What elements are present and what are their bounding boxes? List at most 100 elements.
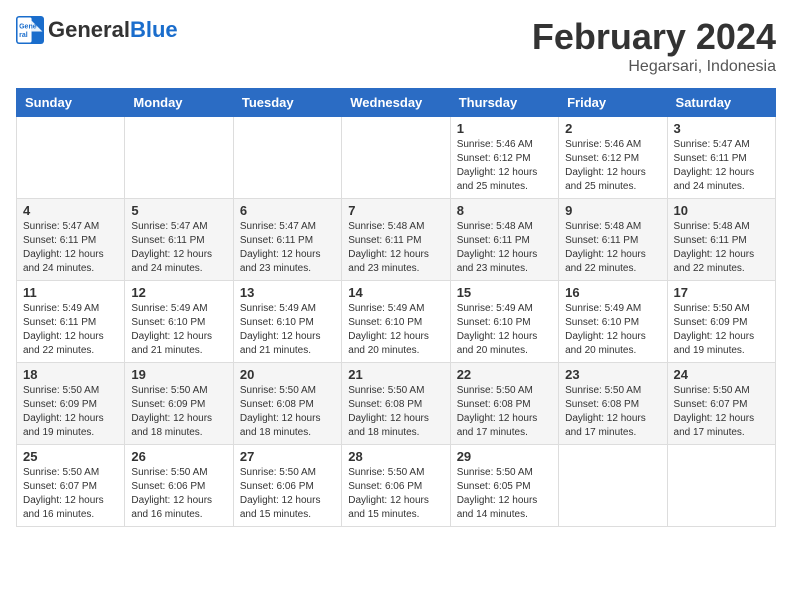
day-info: Sunrise: 5:50 AMSunset: 6:07 PMDaylight:… [674, 384, 769, 440]
table-row [17, 117, 125, 199]
day-number: 5 [131, 203, 226, 218]
day-number: 6 [240, 203, 335, 218]
table-row: 21 Sunrise: 5:50 AMSunset: 6:08 PMDayligh… [342, 363, 450, 445]
logo: Gene ral GeneralBlue [16, 16, 178, 44]
day-info: Sunrise: 5:49 AMSunset: 6:10 PMDaylight:… [457, 302, 552, 358]
table-row: 20 Sunrise: 5:50 AMSunset: 6:08 PMDayligh… [233, 363, 341, 445]
day-number: 16 [565, 285, 660, 300]
table-row: 17Sunrise: 5:50 AMSunset: 6:09 PMDayligh… [667, 281, 775, 363]
table-row [125, 117, 233, 199]
header-wednesday: Wednesday [342, 89, 450, 117]
day-info: Sunrise: 5:50 AMSunset: 6:06 PMDaylight:… [131, 466, 226, 522]
day-number: 7 [348, 203, 443, 218]
day-info: Sunrise: 5:49 AMSunset: 6:10 PMDaylight:… [565, 302, 660, 358]
day-number: 25 [23, 449, 118, 464]
table-row [233, 117, 341, 199]
day-info: Sunrise: 5:47 AMSunset: 6:11 PMDaylight:… [240, 220, 335, 276]
day-number: 1 [457, 121, 552, 136]
calendar-week-row: 1 Sunrise: 5:46 AMSunset: 6:12 PMDaylight… [17, 117, 776, 199]
day-number: 11 [23, 285, 118, 300]
day-number: 2 [565, 121, 660, 136]
header-friday: Friday [559, 89, 667, 117]
svg-text:Gene: Gene [19, 23, 37, 30]
table-row: 6 Sunrise: 5:47 AMSunset: 6:11 PMDaylight… [233, 199, 341, 281]
day-number: 12 [131, 285, 226, 300]
title-area: February 2024 Hegarsari, Indonesia [532, 16, 776, 76]
day-info: Sunrise: 5:50 AMSunset: 6:08 PMDaylight:… [348, 384, 443, 440]
table-row: 29Sunrise: 5:50 AMSunset: 6:05 PMDayligh… [450, 445, 558, 527]
table-row: 13Sunrise: 5:49 AMSunset: 6:10 PMDayligh… [233, 281, 341, 363]
day-number: 24 [674, 367, 769, 382]
table-row [342, 117, 450, 199]
day-number: 22 [457, 367, 552, 382]
day-info: Sunrise: 5:50 AMSunset: 6:06 PMDaylight:… [348, 466, 443, 522]
location: Hegarsari, Indonesia [532, 58, 776, 76]
header-monday: Monday [125, 89, 233, 117]
day-number: 8 [457, 203, 552, 218]
day-info: Sunrise: 5:48 AMSunset: 6:11 PMDaylight:… [348, 220, 443, 276]
day-number: 4 [23, 203, 118, 218]
table-row: 24 Sunrise: 5:50 AMSunset: 6:07 PMDayligh… [667, 363, 775, 445]
table-row: 14 Sunrise: 5:49 AMSunset: 6:10 PMDayligh… [342, 281, 450, 363]
table-row: 5Sunrise: 5:47 AMSunset: 6:11 PMDaylight… [125, 199, 233, 281]
day-number: 17 [674, 285, 769, 300]
day-info: Sunrise: 5:50 AMSunset: 6:05 PMDaylight:… [457, 466, 552, 522]
day-info: Sunrise: 5:48 AMSunset: 6:11 PMDaylight:… [457, 220, 552, 276]
table-row: 16 Sunrise: 5:49 AMSunset: 6:10 PMDayligh… [559, 281, 667, 363]
calendar-week-row: 4 Sunrise: 5:47 AMSunset: 6:11 PMDaylight… [17, 199, 776, 281]
table-row: 19 Sunrise: 5:50 AMSunset: 6:09 PMDayligh… [125, 363, 233, 445]
svg-text:ral: ral [19, 32, 28, 39]
day-info: Sunrise: 5:50 AMSunset: 6:08 PMDaylight:… [240, 384, 335, 440]
logo-blue: Blue [130, 17, 178, 42]
table-row: 18Sunrise: 5:50 AMSunset: 6:09 PMDayligh… [17, 363, 125, 445]
day-info: Sunrise: 5:49 AMSunset: 6:11 PMDaylight:… [23, 302, 118, 358]
day-number: 23 [565, 367, 660, 382]
table-row: 27 Sunrise: 5:50 AMSunset: 6:06 PMDayligh… [233, 445, 341, 527]
table-row: 10Sunrise: 5:48 AMSunset: 6:11 PMDayligh… [667, 199, 775, 281]
calendar-header-row: Sunday Monday Tuesday Wednesday Thursday… [17, 89, 776, 117]
table-row: 23Sunrise: 5:50 AMSunset: 6:08 PMDayligh… [559, 363, 667, 445]
calendar-table: Sunday Monday Tuesday Wednesday Thursday… [16, 88, 776, 527]
day-number: 20 [240, 367, 335, 382]
calendar-week-row: 25 Sunrise: 5:50 AMSunset: 6:07 PMDayligh… [17, 445, 776, 527]
day-info: Sunrise: 5:50 AMSunset: 6:07 PMDaylight:… [23, 466, 118, 522]
table-row: 8 Sunrise: 5:48 AMSunset: 6:11 PMDaylight… [450, 199, 558, 281]
table-row: 9Sunrise: 5:48 AMSunset: 6:11 PMDaylight… [559, 199, 667, 281]
table-row: 22Sunrise: 5:50 AMSunset: 6:08 PMDayligh… [450, 363, 558, 445]
day-info: Sunrise: 5:47 AMSunset: 6:11 PMDaylight:… [674, 138, 769, 194]
page-header: Gene ral GeneralBlue February 2024 Hegar… [16, 16, 776, 76]
day-number: 9 [565, 203, 660, 218]
table-row [667, 445, 775, 527]
table-row: 11 Sunrise: 5:49 AMSunset: 6:11 PMDayligh… [17, 281, 125, 363]
table-row: 28Sunrise: 5:50 AMSunset: 6:06 PMDayligh… [342, 445, 450, 527]
day-number: 27 [240, 449, 335, 464]
table-row: 15 Sunrise: 5:49 AMSunset: 6:10 PMDayligh… [450, 281, 558, 363]
day-info: Sunrise: 5:49 AMSunset: 6:10 PMDaylight:… [240, 302, 335, 358]
day-number: 26 [131, 449, 226, 464]
table-row: 12Sunrise: 5:49 AMSunset: 6:10 PMDayligh… [125, 281, 233, 363]
table-row: 1Sunrise: 5:46 AMSunset: 6:12 PMDaylight… [450, 117, 558, 199]
header-sunday: Sunday [17, 89, 125, 117]
table-row: 25 Sunrise: 5:50 AMSunset: 6:07 PMDayligh… [17, 445, 125, 527]
day-number: 14 [348, 285, 443, 300]
day-number: 15 [457, 285, 552, 300]
day-info: Sunrise: 5:46 AMSunset: 6:12 PMDaylight:… [565, 138, 660, 194]
day-info: Sunrise: 5:50 AMSunset: 6:09 PMDaylight:… [131, 384, 226, 440]
day-info: Sunrise: 5:49 AMSunset: 6:10 PMDaylight:… [348, 302, 443, 358]
table-row: 3 Sunrise: 5:47 AMSunset: 6:11 PMDaylight… [667, 117, 775, 199]
month-year: February 2024 [532, 16, 776, 58]
day-number: 3 [674, 121, 769, 136]
table-row: 7 Sunrise: 5:48 AMSunset: 6:11 PMDaylight… [342, 199, 450, 281]
calendar-week-row: 11 Sunrise: 5:49 AMSunset: 6:11 PMDayligh… [17, 281, 776, 363]
day-info: Sunrise: 5:50 AMSunset: 6:06 PMDaylight:… [240, 466, 335, 522]
calendar-week-row: 18 Sunrise: 5:50 AMSunset: 6:09 PMDayligh… [17, 363, 776, 445]
day-number: 19 [131, 367, 226, 382]
day-info: Sunrise: 5:47 AMSunset: 6:11 PMDaylight:… [23, 220, 118, 276]
header-saturday: Saturday [667, 89, 775, 117]
header-tuesday: Tuesday [233, 89, 341, 117]
table-row: 2 Sunrise: 5:46 AMSunset: 6:12 PMDaylight… [559, 117, 667, 199]
day-number: 10 [674, 203, 769, 218]
logo-general: General [48, 17, 130, 42]
day-number: 18 [23, 367, 118, 382]
day-number: 21 [348, 367, 443, 382]
